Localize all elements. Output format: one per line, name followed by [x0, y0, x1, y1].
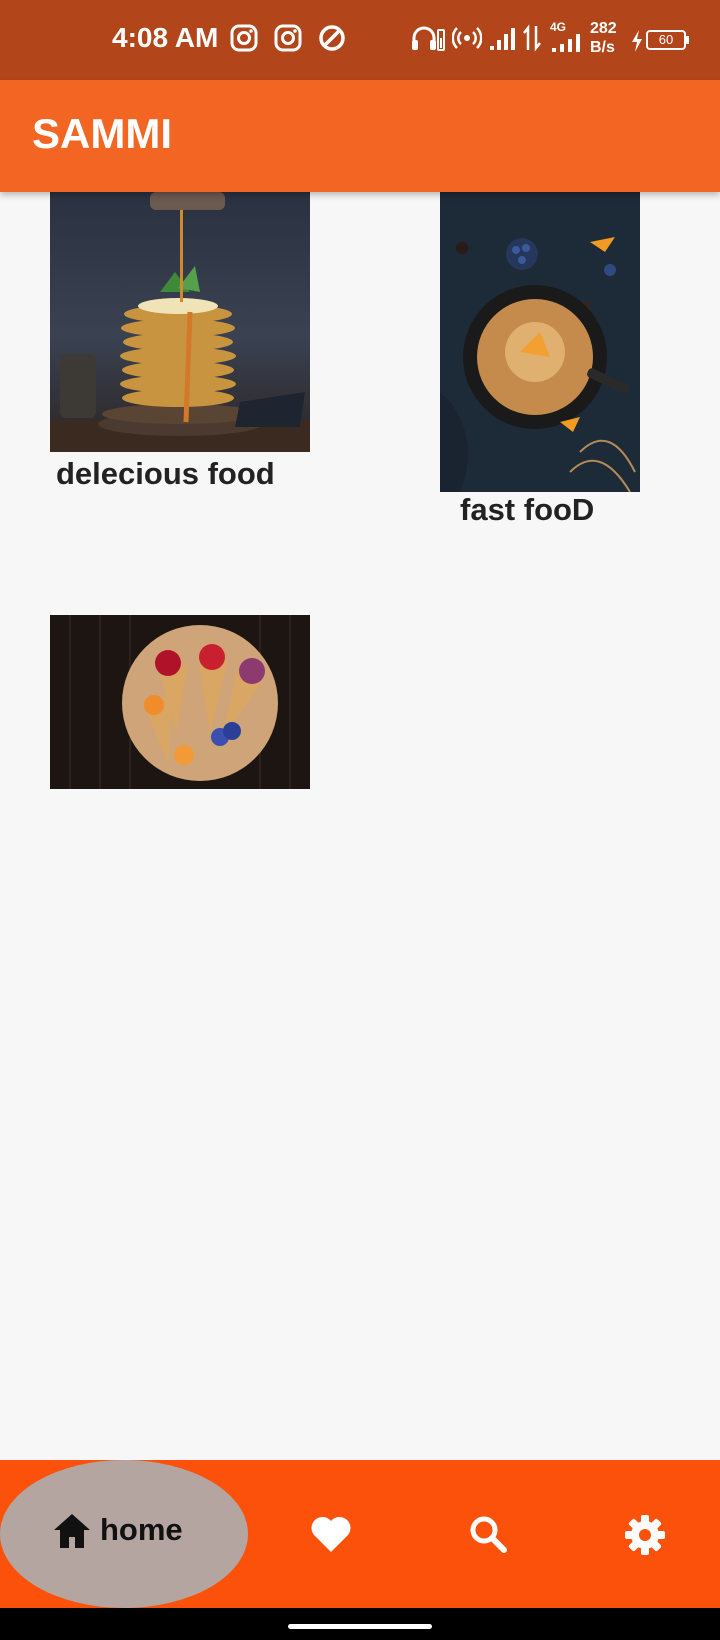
gesture-handle[interactable]: [288, 1624, 432, 1629]
home-icon: [54, 1514, 90, 1548]
skillet-dish-photo[interactable]: [440, 192, 640, 492]
hotspot-icon: [452, 27, 482, 49]
instagram-icon: [230, 24, 258, 52]
nav-item-home[interactable]: home: [0, 1460, 248, 1608]
network-speed-value: 282: [590, 20, 617, 37]
search-icon[interactable]: [468, 1514, 508, 1554]
signal-icon: [490, 28, 515, 50]
pancake-stack-photo[interactable]: [50, 192, 310, 452]
app-icon: [319, 25, 345, 51]
signal-icon: [552, 34, 580, 52]
app-bar: SAMMI: [0, 80, 720, 192]
network-speed-unit: B/s: [590, 39, 615, 56]
battery-level: 60: [658, 32, 674, 47]
fruit-cones-photo[interactable]: [50, 615, 310, 789]
bottom-nav: home: [0, 1460, 720, 1608]
headphones-icon: [412, 26, 445, 51]
data-arrows-icon: [523, 24, 541, 52]
charging-icon: [632, 30, 642, 52]
battery-tip: [686, 36, 689, 44]
status-bar: 4:08 AM 4G 282 B/s 60: [0, 0, 720, 80]
app-title: SAMMI: [32, 110, 172, 157]
grid-item-label: fast fooD: [460, 492, 595, 527]
battery-icon: 60: [646, 30, 686, 50]
network-type: 4G: [550, 20, 567, 34]
nav-label-home: home: [100, 1512, 183, 1547]
grid-item-label: delecious food: [56, 456, 275, 491]
gear-icon[interactable]: [624, 1514, 666, 1556]
heart-icon[interactable]: [310, 1514, 352, 1554]
status-time: 4:08 AM: [112, 22, 219, 53]
instagram-icon: [274, 24, 302, 52]
system-nav-bar: [0, 1608, 720, 1640]
